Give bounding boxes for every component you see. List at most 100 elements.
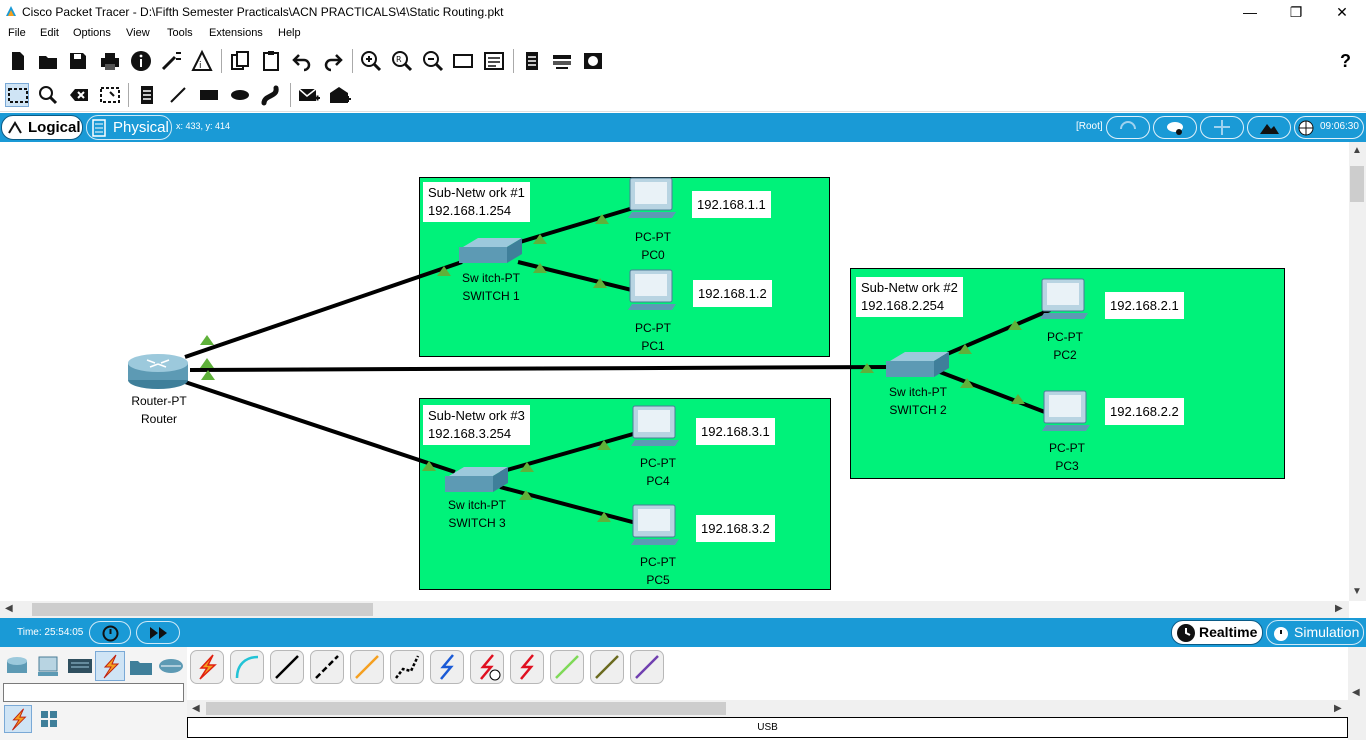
resize-icon[interactable] [98,83,122,107]
pc4-icon[interactable] [631,405,679,446]
menu-options[interactable]: Options [73,27,111,39]
connections-category-icon[interactable] [95,651,125,681]
automatic-connection-icon[interactable] [190,650,224,684]
end-devices-category-icon[interactable] [35,653,63,679]
new-icon[interactable] [6,49,30,73]
viewport-icon[interactable] [520,49,544,73]
iot-custom-cable-icon[interactable] [590,650,624,684]
fiber-cable-icon[interactable] [350,650,384,684]
root-breadcrumb[interactable]: [Root] [1076,121,1103,132]
inspect-icon[interactable] [36,83,60,107]
scroll-left-icon[interactable]: ◀ [5,603,13,614]
print-icon[interactable] [98,49,122,73]
close-button[interactable]: ✕ [1319,2,1365,22]
scroll-down-icon[interactable]: ▼ [1352,586,1362,597]
redo-icon[interactable] [321,49,345,73]
fast-forward-button[interactable] [136,621,180,644]
vertical-scroll-thumb[interactable] [1350,166,1364,202]
save-icon[interactable] [66,49,90,73]
pc0-ip-note[interactable]: 192.168.1.1 [692,191,771,218]
tab-logical[interactable]: Logical [1,115,83,140]
pc2-icon[interactable] [1040,278,1088,319]
subnet-3-label[interactable]: Sub-Netw ork #3 192.168.3.254 [423,405,530,445]
move-object-button[interactable] [1200,116,1244,139]
line-icon[interactable] [166,83,190,107]
pc1-icon[interactable] [628,269,676,310]
simulation-panel-icon[interactable] [550,49,574,73]
menu-help[interactable]: Help [278,27,301,39]
power-cycle-button[interactable] [89,621,131,644]
menu-edit[interactable]: Edit [40,27,59,39]
set-background-button[interactable] [1247,116,1291,139]
horizontal-scroll-thumb[interactable] [32,603,373,616]
console-cable-icon[interactable] [230,650,264,684]
menu-view[interactable]: View [126,27,150,39]
custom-device-icon[interactable] [482,49,506,73]
conn-scroll-right-icon[interactable]: ▶ [1334,703,1342,714]
pc3-icon[interactable] [1042,390,1090,431]
subnet-1-label[interactable]: Sub-Netw ork #1 192.168.1.254 [423,182,530,222]
back-button[interactable] [1106,116,1150,139]
pc1-ip-note[interactable]: 192.168.1.2 [693,280,772,307]
freeform-icon[interactable] [259,83,283,107]
zoom-out-icon[interactable] [421,49,445,73]
logical-workspace[interactable]: Sub-Netw ork #1 192.168.1.254 Sub-Netw o… [0,142,1349,601]
switch1-icon[interactable] [459,238,522,263]
grid-view-icon[interactable] [39,709,59,729]
scroll-right-icon[interactable]: ▶ [1335,603,1343,614]
open-icon[interactable] [36,49,60,73]
menu-extensions[interactable]: Extensions [209,27,263,39]
zoom-in-icon[interactable] [359,49,383,73]
device-search-field[interactable] [3,683,184,702]
usb-cable-icon[interactable] [630,650,664,684]
network-devices-category-icon[interactable] [4,653,32,679]
vertical-scrollbar[interactable] [1349,142,1366,601]
router-icon[interactable] [128,354,188,389]
select-icon[interactable] [5,83,29,107]
cloud-icon[interactable] [581,49,605,73]
connections-subtype-icon[interactable] [4,705,32,733]
wizard-icon[interactable] [160,49,184,73]
crossover-cable-icon[interactable] [310,650,344,684]
collapse-panel-icon[interactable]: ◀ [1352,687,1360,698]
serial-dce-cable-icon[interactable] [470,650,504,684]
pc5-ip-note[interactable]: 192.168.3.2 [696,515,775,542]
pc3-ip-note[interactable]: 192.168.2.2 [1105,398,1184,425]
note-icon[interactable] [135,83,159,107]
pc2-ip-note[interactable]: 192.168.2.1 [1105,292,1184,319]
delete-icon[interactable] [67,83,91,107]
conn-scroll-left-icon[interactable]: ◀ [192,703,200,714]
straight-through-cable-icon[interactable] [270,650,304,684]
ellipse-icon[interactable] [228,83,252,107]
switch2-icon[interactable] [886,352,949,377]
realtime-mode-button[interactable]: Realtime [1171,620,1263,645]
pc4-ip-note[interactable]: 192.168.3.1 [696,418,775,445]
complex-pdu-icon[interactable] [328,83,352,107]
copy-icon[interactable] [228,49,252,73]
components-category-icon[interactable] [66,653,94,679]
tab-physical[interactable]: Physical [86,115,172,140]
simple-pdu-icon[interactable] [297,83,321,107]
coaxial-cable-icon[interactable] [430,650,464,684]
octal-cable-icon[interactable] [550,650,584,684]
maximize-button[interactable]: ❐ [1273,2,1319,22]
connection-panel-scroll-thumb[interactable] [206,702,726,715]
paste-icon[interactable] [259,49,283,73]
menu-tools[interactable]: Tools [167,27,193,39]
network-info-icon[interactable]: i [190,49,214,73]
undo-icon[interactable] [290,49,314,73]
multiuser-category-icon[interactable] [157,653,185,679]
info-icon[interactable] [129,49,153,73]
drawing-palette-icon[interactable] [451,49,475,73]
zoom-reset-icon[interactable]: R [390,49,414,73]
subnet-2-label[interactable]: Sub-Netw ork #2 192.168.2.254 [856,277,963,317]
phone-cable-icon[interactable] [390,650,424,684]
minimize-button[interactable]: — [1227,2,1273,22]
help-button[interactable]: ? [1340,51,1351,72]
rectangle-icon[interactable] [197,83,221,107]
menu-file[interactable]: File [8,27,26,39]
new-cluster-button[interactable] [1153,116,1197,139]
simulation-mode-button[interactable]: Simulation [1266,620,1364,645]
pc5-icon[interactable] [631,504,679,545]
pc0-icon[interactable] [628,177,676,218]
